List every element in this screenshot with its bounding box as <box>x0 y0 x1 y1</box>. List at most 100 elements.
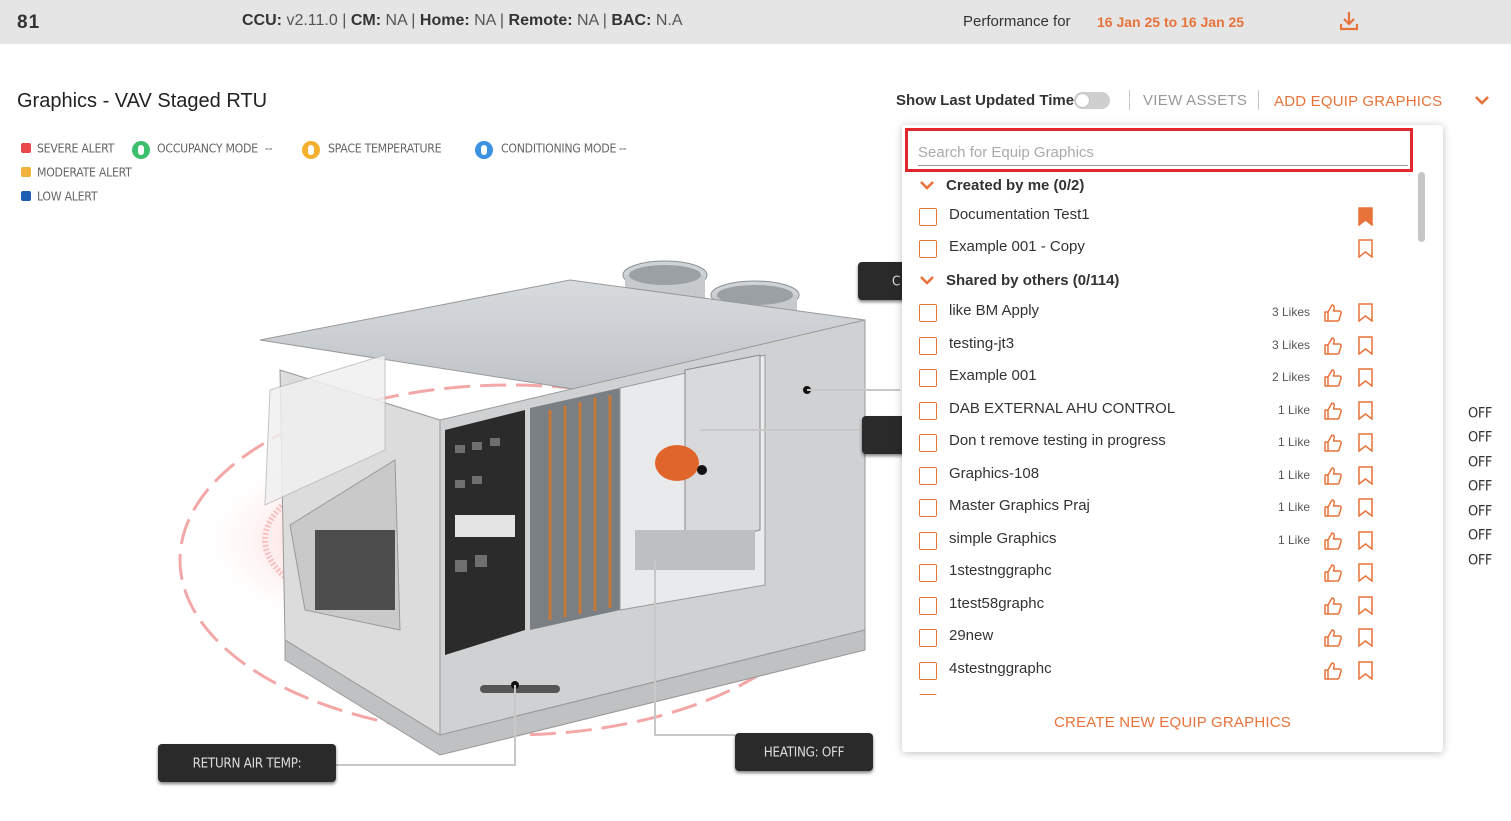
app-root: 81 CCU: v2.11.0 | CM: NA | Home: NA | Re… <box>0 0 1511 821</box>
bookmark-icon[interactable] <box>1358 239 1373 258</box>
graphics-list[interactable]: Created by me (0/2) Documentation Test1 … <box>902 173 1414 695</box>
divider: | <box>602 12 607 29</box>
item-name[interactable]: Documentation Test1 <box>949 206 1090 223</box>
thumbs-up-icon[interactable] <box>1323 531 1343 551</box>
item-checkbox[interactable] <box>919 466 937 485</box>
item-checkbox[interactable] <box>919 434 937 452</box>
show-last-updated-label: Show Last Updated Time <box>896 92 1075 109</box>
bookmark-filled-icon[interactable] <box>1358 207 1373 226</box>
list-item: testing-jt3 3 Likes <box>919 334 1389 360</box>
status-value: OFF <box>1468 478 1492 495</box>
search-input[interactable] <box>918 139 1408 166</box>
divider <box>1129 90 1130 110</box>
item-name[interactable]: DAB EXTERNAL AHU CONTROL <box>949 400 1175 417</box>
item-name[interactable]: 29new <box>949 627 993 644</box>
item-checkbox[interactable] <box>919 208 937 226</box>
create-new-equip-graphics-button[interactable]: CREATE NEW EQUIP GRAPHICS <box>902 714 1443 731</box>
status-value: OFF <box>1468 503 1492 520</box>
thumbs-up-icon[interactable] <box>1323 303 1343 323</box>
home-value: NA <box>474 12 496 29</box>
item-checkbox[interactable] <box>919 531 937 550</box>
item-name[interactable]: 1test58graphc <box>949 595 1044 612</box>
chevron-down-icon <box>920 181 934 190</box>
item-checkbox[interactable] <box>919 661 937 680</box>
item-checkbox[interactable] <box>919 629 937 647</box>
bookmark-icon[interactable] <box>1358 335 1373 355</box>
item-name[interactable]: Master Graphics Praj <box>949 497 1090 514</box>
like-count: 1 Like <box>1277 402 1310 417</box>
bookmark-icon[interactable] <box>1358 368 1373 387</box>
show-last-updated-toggle[interactable] <box>1074 92 1110 109</box>
item-name[interactable]: like BM Apply <box>949 302 1039 319</box>
scrollbar-thumb[interactable] <box>1418 172 1425 242</box>
chevron-down-icon[interactable] <box>1474 92 1490 108</box>
bookmark-icon[interactable] <box>1358 628 1373 647</box>
thumbs-up-icon[interactable] <box>1323 628 1343 648</box>
remote-label: Remote: <box>508 12 573 29</box>
cm-label: CM: <box>350 12 382 29</box>
item-name[interactable]: Example 001 <box>949 367 1037 384</box>
thumbs-up-icon[interactable] <box>1323 466 1343 486</box>
low-alert-swatch <box>21 191 31 201</box>
list-item: 29new <box>919 626 1389 652</box>
item-checkbox[interactable] <box>919 336 937 355</box>
item-name[interactable]: Graphics-108 <box>949 465 1039 482</box>
version-info: CCU: v2.11.0 | CM: NA | Home: NA | Remot… <box>242 12 683 30</box>
like-count: 3 Likes <box>1271 337 1310 352</box>
toggle-knob <box>1076 94 1089 107</box>
bookmark-icon[interactable] <box>1358 498 1373 517</box>
list-item-partial <box>919 691 1389 695</box>
thumbs-up-icon[interactable] <box>1323 401 1343 421</box>
bookmark-icon[interactable] <box>1358 530 1373 550</box>
view-assets-link[interactable]: VIEW ASSETS <box>1143 92 1247 109</box>
add-equip-graphics-button[interactable]: ADD EQUIP GRAPHICS <box>1274 93 1442 110</box>
divider: | <box>411 12 416 29</box>
thumbs-up-icon[interactable] <box>1323 433 1343 453</box>
bac-value: N.A <box>655 12 683 29</box>
item-checkbox[interactable] <box>919 304 937 322</box>
return-air-temp-callout: RETURN AIR TEMP: <box>158 744 336 782</box>
occupancy-icon <box>132 141 150 159</box>
moderate-alert-swatch <box>21 167 31 177</box>
bookmark-icon[interactable] <box>1358 660 1373 680</box>
bookmark-icon[interactable] <box>1358 465 1373 485</box>
created-by-me-label: Created by me (0/2) <box>946 177 1085 194</box>
remote-value: NA <box>577 12 599 29</box>
list-item: 1stestnggraphc <box>919 561 1389 587</box>
thumbs-up-icon[interactable] <box>1323 336 1343 356</box>
severe-alert-swatch <box>21 143 31 153</box>
item-checkbox[interactable] <box>919 369 937 387</box>
item-name[interactable]: 1stestnggraphc <box>949 562 1052 579</box>
bookmark-icon[interactable] <box>1358 595 1373 615</box>
item-name[interactable]: Don t remove testing in progress <box>949 432 1166 449</box>
item-checkbox[interactable] <box>919 401 937 420</box>
bookmark-icon[interactable] <box>1358 563 1373 582</box>
item-name[interactable]: 4stestnggraphc <box>949 660 1052 677</box>
bookmark-icon[interactable] <box>1358 433 1373 452</box>
thumbs-up-icon[interactable] <box>1323 563 1343 583</box>
cm-value: NA <box>385 12 407 29</box>
conditioning-mode-label: CONDITIONING MODE <box>501 141 617 156</box>
bookmark-icon[interactable] <box>1358 400 1373 420</box>
item-checkbox[interactable] <box>919 240 937 258</box>
equip-graphics-dropdown: Created by me (0/2) Documentation Test1 … <box>902 125 1443 752</box>
item-checkbox[interactable] <box>919 694 937 695</box>
list-item: Example 001 2 Likes <box>919 366 1389 392</box>
bookmark-icon[interactable] <box>1358 303 1373 322</box>
item-name[interactable]: simple Graphics <box>949 530 1057 547</box>
item-name[interactable]: Example 001 - Copy <box>949 238 1085 255</box>
thumbs-up-icon[interactable] <box>1323 661 1343 681</box>
thumbs-up-icon[interactable] <box>1323 596 1343 616</box>
item-checkbox[interactable] <box>919 596 937 615</box>
like-count: 3 Likes <box>1271 305 1310 319</box>
item-checkbox[interactable] <box>919 564 937 582</box>
list-item: simple Graphics 1 Like <box>919 529 1389 555</box>
performance-date-range[interactable]: 16 Jan 25 to 16 Jan 25 <box>1097 14 1244 30</box>
status-value: OFF <box>1468 405 1492 422</box>
item-name[interactable]: testing-jt3 <box>949 335 1014 352</box>
download-icon[interactable] <box>1340 11 1358 31</box>
thumbs-up-icon[interactable] <box>1323 368 1343 388</box>
item-checkbox[interactable] <box>919 499 937 517</box>
thumbs-up-icon[interactable] <box>1323 498 1343 518</box>
space-temperature-label: SPACE TEMPERATURE <box>328 141 442 156</box>
